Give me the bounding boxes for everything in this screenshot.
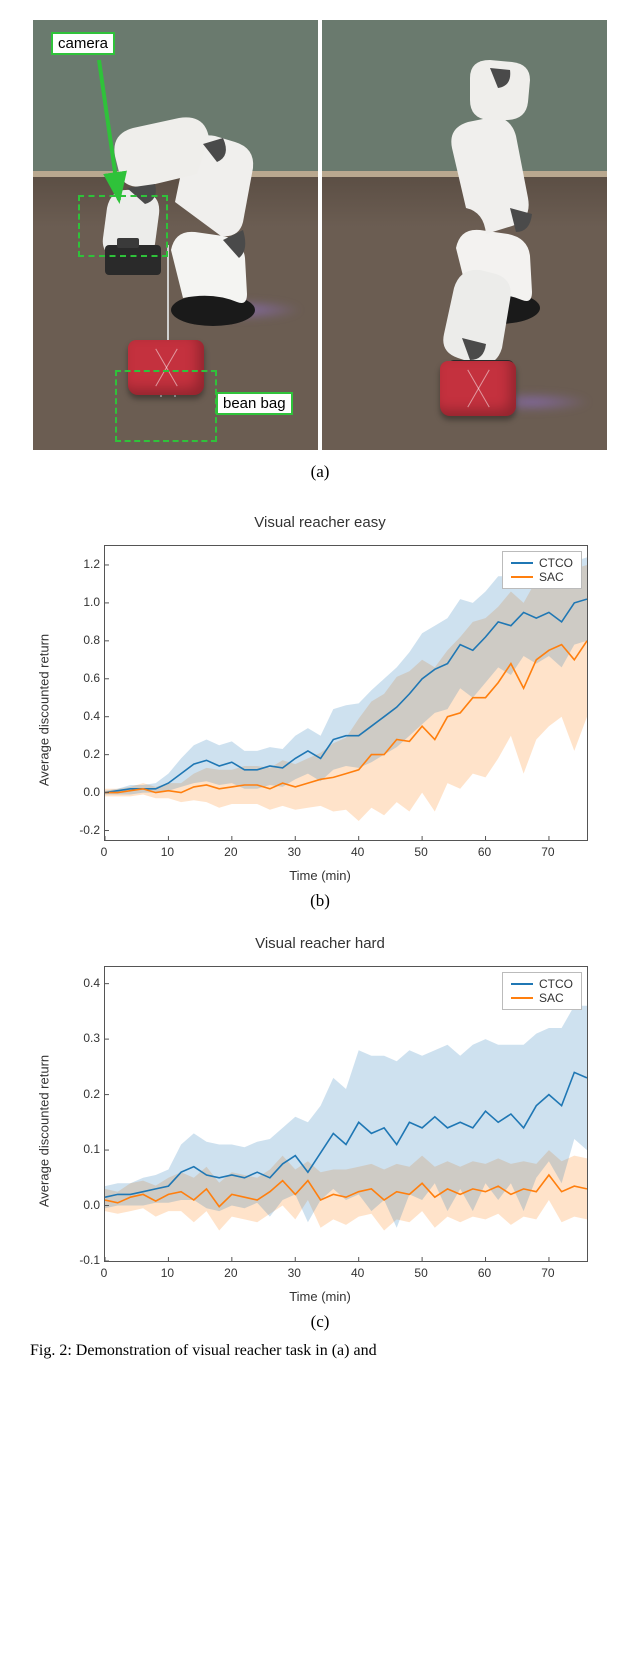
bean-bag-right xyxy=(440,361,516,416)
subfig-label-b: (b) xyxy=(40,891,600,911)
camera-box xyxy=(78,195,168,257)
chart-easy: Average discounted return Time (min) CTC… xyxy=(40,535,600,885)
beanbag-box xyxy=(115,370,217,442)
subfig-label-a: (a) xyxy=(30,462,610,482)
legend-ctco: CTCO xyxy=(539,556,573,570)
chart-easy-xlabel: Time (min) xyxy=(289,868,351,883)
subfigure-a: camera bean bag xyxy=(30,20,610,482)
beanbag-label: bean bag xyxy=(216,392,293,415)
chart-hard-title: Visual reacher hard xyxy=(40,935,600,952)
legend-sac-h: SAC xyxy=(539,991,564,1005)
chart-easy-legend: CTCO SAC xyxy=(502,551,582,589)
chart-easy-plot xyxy=(104,545,588,841)
legend-sac: SAC xyxy=(539,570,564,584)
figure-caption: Fig. 2: Demonstration of visual reacher … xyxy=(30,1342,610,1360)
camera-label: camera xyxy=(51,32,115,55)
chart-hard-legend: CTCO SAC xyxy=(502,972,582,1010)
chart-hard-xlabel: Time (min) xyxy=(289,1289,351,1304)
camera-arrow-icon xyxy=(83,54,143,204)
subfig-label-c: (c) xyxy=(40,1312,600,1332)
chart-hard: Average discounted return Time (min) CTC… xyxy=(40,956,600,1306)
legend-ctco-h: CTCO xyxy=(539,977,573,991)
chart-hard-plot xyxy=(104,966,588,1262)
chart-hard-ylabel: Average discounted return xyxy=(37,1055,52,1207)
subfigure-c: Visual reacher hard Average discounted r… xyxy=(40,935,600,1332)
photo-right xyxy=(322,20,607,450)
chart-easy-title: Visual reacher easy xyxy=(40,514,600,531)
subfigure-b: Visual reacher easy Average discounted r… xyxy=(40,514,600,911)
photo-left: camera bean bag xyxy=(33,20,318,450)
robot-photos: camera bean bag xyxy=(30,20,610,450)
